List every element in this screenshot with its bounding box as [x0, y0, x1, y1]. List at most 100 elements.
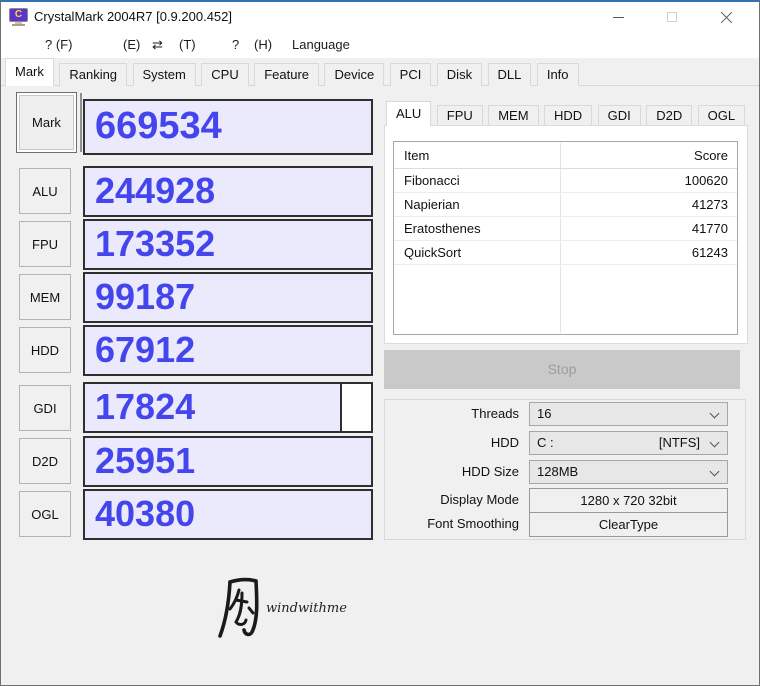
tab-device[interactable]: Device: [324, 63, 385, 86]
mem-score-display: 99187: [83, 272, 373, 323]
ogl-score-value: 40380: [95, 493, 196, 534]
table-row: QuickSort 61243: [394, 241, 737, 265]
tab-info[interactable]: Info: [536, 63, 579, 86]
row-item-score: 100620: [684, 173, 728, 188]
table-row: Fibonacci 100620: [394, 169, 737, 193]
app-icon: C: [9, 8, 28, 26]
detail-tab-fpu[interactable]: FPU: [436, 105, 483, 126]
maximize-icon: [667, 12, 677, 22]
menu-item-edit[interactable]: (E): [123, 32, 140, 58]
table-row: Eratosthenes 41770: [394, 217, 737, 241]
score-table: Item Score Fibonacci 100620 Napierian 41…: [393, 141, 738, 335]
tab-dll[interactable]: DLL: [487, 63, 532, 86]
table-header-score: Score: [694, 148, 728, 163]
threads-select[interactable]: 16: [529, 402, 728, 426]
gdi-button[interactable]: GDI: [19, 385, 71, 431]
menu-item-tools[interactable]: (T): [179, 32, 196, 58]
windwithme-text: windwithme: [266, 601, 347, 616]
title-bar: C CrystalMark 2004R7 [0.9.200.452]: [1, 2, 759, 32]
menu-bar: ? (F) (E) ⇄ (T) ? (H) Language: [1, 32, 759, 58]
mark-score-display: 669534: [83, 99, 373, 155]
detail-tab-mem[interactable]: MEM: [488, 105, 539, 126]
d2d-button[interactable]: D2D: [19, 438, 71, 484]
table-header: Item Score: [394, 142, 737, 169]
minimize-icon: [613, 17, 624, 18]
detail-tab-d2d[interactable]: D2D: [646, 105, 693, 126]
hdd-select[interactable]: C : [NTFS]: [529, 431, 728, 455]
menu-item-help[interactable]: (H): [254, 32, 272, 58]
maximize-button[interactable]: [649, 2, 695, 32]
display-mode-label: Display Mode: [440, 492, 519, 507]
alu-score-display: 244928: [83, 166, 373, 217]
mark-run-button[interactable]: Mark: [16, 92, 77, 153]
hdd-filesystem: [NTFS]: [658, 435, 700, 450]
hdd-score-value: 67912: [95, 329, 196, 370]
ogl-score-display: 40380: [83, 489, 373, 540]
hdd-button[interactable]: HDD: [19, 327, 71, 373]
menu-item-language[interactable]: Language: [292, 32, 350, 58]
table-row: Napierian 41273: [394, 193, 737, 217]
tab-disk[interactable]: Disk: [436, 63, 483, 86]
tab-pci[interactable]: PCI: [389, 63, 432, 86]
chevron-down-icon: [709, 408, 720, 419]
stop-button[interactable]: Stop: [384, 350, 740, 389]
gdi-progress-remainder: [340, 384, 371, 431]
tab-ranking[interactable]: Ranking: [59, 63, 128, 86]
gdi-score-value: 17824: [95, 386, 196, 427]
window-title: CrystalMark 2004R7 [0.9.200.452]: [34, 9, 232, 24]
tab-feature[interactable]: Feature: [254, 63, 320, 86]
detail-tab-strip: ALU FPU MEM HDD GDI D2D OGL: [386, 101, 746, 126]
wind-kanji-icon: [218, 577, 259, 638]
app-window: C CrystalMark 2004R7 [0.9.200.452] ? (F)…: [0, 0, 760, 686]
display-mode-button[interactable]: 1280 x 720 32bit: [529, 488, 728, 513]
ogl-button[interactable]: OGL: [19, 491, 71, 537]
close-button[interactable]: [704, 2, 750, 32]
mem-button[interactable]: MEM: [19, 274, 71, 320]
mem-score-value: 99187: [95, 276, 196, 317]
hdd-size-label: HDD Size: [461, 464, 519, 479]
mark-score-value: 669534: [95, 105, 222, 147]
chevron-down-icon: [709, 466, 720, 477]
threads-label: Threads: [471, 406, 519, 421]
fpu-score-value: 173352: [95, 223, 216, 264]
tab-cpu[interactable]: CPU: [201, 63, 249, 86]
font-smoothing-button[interactable]: ClearType: [529, 512, 728, 537]
row-item-score: 41273: [691, 197, 728, 212]
tab-mark[interactable]: Mark: [5, 58, 54, 86]
hdd-label: HDD: [490, 435, 519, 450]
hdd-value: C :: [537, 435, 554, 450]
gdi-score-display: 17824: [83, 382, 373, 433]
alu-button[interactable]: ALU: [19, 168, 71, 214]
alu-score-value: 244928: [95, 170, 216, 211]
fpu-button[interactable]: FPU: [19, 221, 71, 267]
menu-item-tools-glyph[interactable]: ⇄: [152, 32, 163, 58]
focus-divider-line: [80, 93, 82, 152]
fpu-score-display: 173352: [83, 219, 373, 270]
detail-tab-hdd[interactable]: HDD: [544, 105, 593, 126]
minimize-button[interactable]: [595, 2, 641, 32]
menu-item-file[interactable]: ? (F): [45, 32, 72, 58]
font-smoothing-label: Font Smoothing: [427, 516, 519, 531]
hdd-size-value: 128MB: [537, 464, 579, 479]
hdd-size-select[interactable]: 128MB: [529, 460, 728, 484]
main-tab-strip: Mark Ranking System CPU Feature Device P…: [5, 58, 580, 86]
detail-tab-ogl[interactable]: OGL: [697, 105, 746, 126]
menu-item-help-glyph[interactable]: ?: [232, 32, 239, 58]
tab-system[interactable]: System: [132, 63, 196, 86]
detail-tab-gdi[interactable]: GDI: [597, 105, 641, 126]
threads-value: 16: [537, 406, 552, 421]
d2d-score-value: 25951: [95, 440, 196, 481]
close-icon: [721, 11, 733, 23]
hdd-score-display: 67912: [83, 325, 373, 376]
row-item-name: Fibonacci: [404, 173, 460, 188]
windwithme-logo: windwithme: [216, 575, 356, 645]
row-item-name: QuickSort: [404, 245, 462, 260]
row-item-name: Napierian: [404, 197, 460, 212]
detail-tab-alu[interactable]: ALU: [386, 101, 432, 126]
row-item-score: 41770: [691, 221, 728, 236]
table-header-item: Item: [404, 148, 430, 163]
d2d-score-display: 25951: [83, 436, 373, 487]
chevron-down-icon: [709, 437, 720, 448]
row-item-name: Eratosthenes: [404, 221, 481, 236]
mark-run-button-label: Mark: [19, 95, 74, 150]
